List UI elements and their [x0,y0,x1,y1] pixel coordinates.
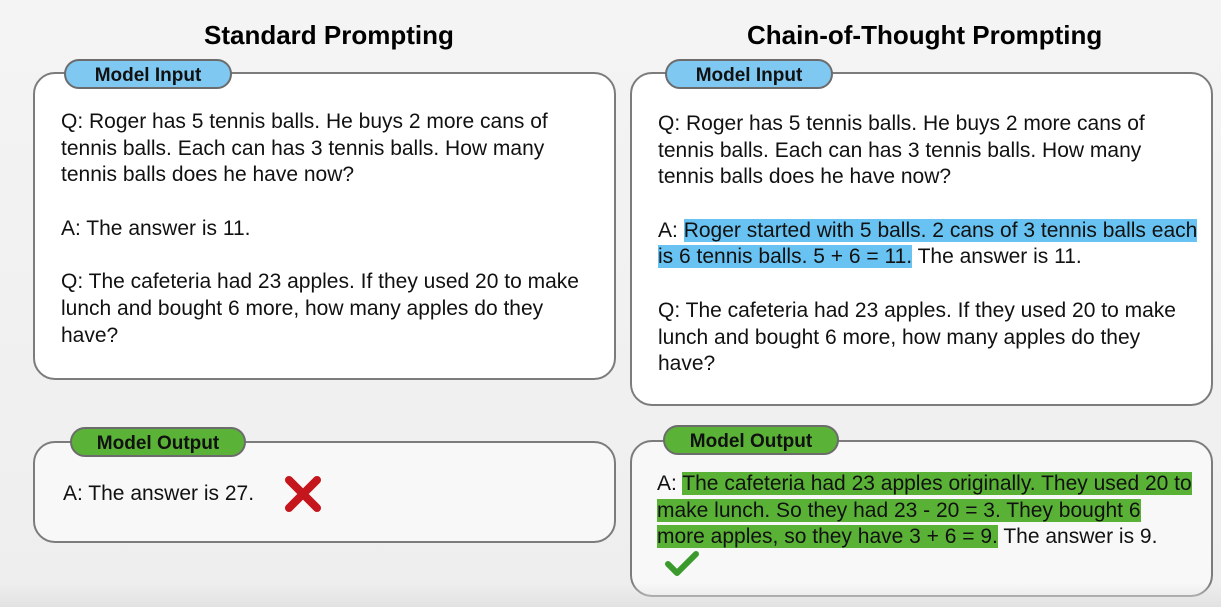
cot-output-answer: The answer is 9. [997,525,1158,549]
cot-output-content: A: The cafeteria had 23 apples originall… [657,471,1192,578]
cot-question-2: Q: The cafeteria had 23 apples. If they … [658,298,1176,376]
cot-input-box: Q: Roger has 5 tennis balls. He buys 2 m… [630,72,1213,406]
cot-output-label: Model Output [663,425,839,455]
bottom-fade [0,583,1221,607]
standard-question-1: Q: Roger has 5 tennis balls. He buys 2 m… [61,110,548,187]
cot-output-prefix: A: [657,472,683,495]
cot-answer-1-final: The answer is 11. [912,245,1082,269]
standard-output-label: Model Output [70,427,246,457]
standard-input-label: Model Input [64,59,232,89]
standard-input-content: Q: Roger has 5 tennis balls. He buys 2 m… [61,109,596,349]
cot-answer-1-prefix: A: [658,218,684,242]
cot-output-box: A: The cafeteria had 23 apples originall… [630,440,1213,597]
standard-input-box: Q: Roger has 5 tennis balls. He buys 2 m… [33,72,616,380]
standard-prompting-title: Standard Prompting [204,20,454,50]
cross-icon [285,476,321,512]
standard-question-2: Q: The cafeteria had 23 apples. If they … [61,270,579,347]
cot-prompting-title: Chain-of-Thought Prompting [747,20,1103,50]
cot-answer-1: A: Roger started with 5 balls. 2 cans of… [658,218,1198,271]
standard-output-answer: A: The answer is 27. [63,482,255,505]
cot-input-content: Q: Roger has 5 tennis balls. He buys 2 m… [658,111,1198,378]
cot-input-label: Model Input [665,59,833,89]
cot-question-1: Q: Roger has 5 tennis balls. He buys 2 m… [658,112,1145,189]
standard-answer-1: A: The answer is 11. [61,216,251,240]
checkmark-icon [665,550,699,576]
